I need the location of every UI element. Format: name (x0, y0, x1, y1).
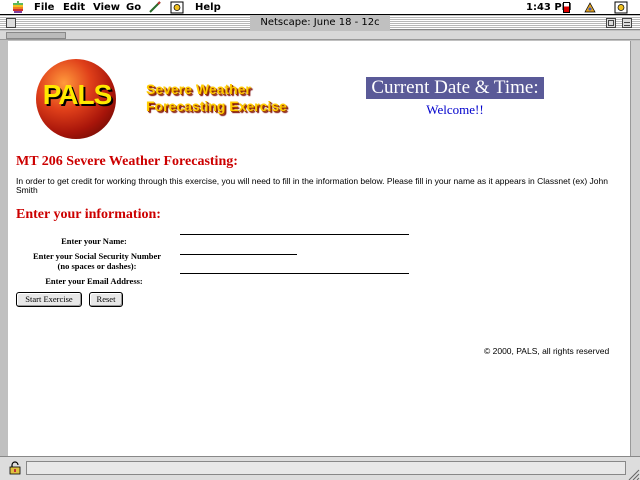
toolbar-tab[interactable] (6, 32, 66, 39)
gear-icon[interactable] (170, 1, 184, 14)
apple-menu-icon[interactable] (12, 1, 24, 13)
start-exercise-button[interactable]: Start Exercise (16, 292, 82, 307)
vertical-scrollbar[interactable] (630, 41, 640, 456)
welcome-text: Welcome!! (426, 102, 484, 117)
email-label: Enter your Email Address: (45, 276, 143, 286)
name-field[interactable] (180, 234, 409, 235)
collapse-box[interactable] (622, 18, 632, 28)
name-label: Enter your Name: (61, 236, 127, 246)
page-viewport: PALS Severe Weather Forecasting Exercise… (8, 41, 630, 456)
gear-icon[interactable] (614, 1, 628, 14)
menu-edit[interactable]: Edit (63, 1, 85, 14)
ssn-label-line-1: Enter your Social Security Number (32, 251, 162, 261)
ssn-field[interactable] (180, 254, 297, 255)
menu-file[interactable]: File (34, 1, 54, 14)
close-box[interactable] (6, 18, 16, 28)
collapsed-toolbar[interactable] (0, 31, 640, 40)
banner-line-2: Forecasting Exercise (146, 98, 287, 114)
form-heading: Enter your information: (16, 207, 161, 222)
banner-title: Severe Weather Forecasting Exercise (146, 81, 287, 115)
ssn-label: Enter your Social Security Number (no sp… (14, 251, 180, 271)
resize-grip-icon[interactable] (626, 467, 640, 480)
page-heading: MT 206 Severe Weather Forecasting: (16, 154, 238, 169)
ssn-label-line-2: (no spaces or dashes): (57, 261, 137, 271)
pencil-icon[interactable] (148, 1, 162, 13)
menu-help[interactable]: Help (195, 1, 221, 14)
zoom-box[interactable] (606, 18, 616, 28)
instructions-text: In order to get credit for working throu… (16, 176, 608, 195)
status-bar (0, 456, 640, 480)
menu-bar: File Edit View Go Help 1:43 PM (0, 0, 640, 15)
reset-button[interactable]: Reset (89, 292, 123, 307)
security-lock-icon[interactable] (8, 461, 22, 475)
email-field[interactable] (180, 273, 409, 274)
window-title: Netscape: June 18 - 12c (250, 16, 390, 30)
current-datetime-label: Current Date & Time: (366, 77, 544, 99)
activity-meter-icon (563, 2, 570, 13)
copyright-text: © 2000, PALS, all rights reserved (484, 346, 610, 356)
menu-view[interactable]: View (93, 1, 120, 14)
menu-go[interactable]: Go (126, 1, 141, 14)
window-title-bar[interactable]: Netscape: June 18 - 12c (0, 16, 640, 30)
status-field (26, 461, 626, 475)
pals-logo-text: PALS (42, 79, 113, 110)
banner-line-1: Severe Weather (146, 81, 251, 97)
application-menu-icon[interactable] (583, 1, 597, 14)
